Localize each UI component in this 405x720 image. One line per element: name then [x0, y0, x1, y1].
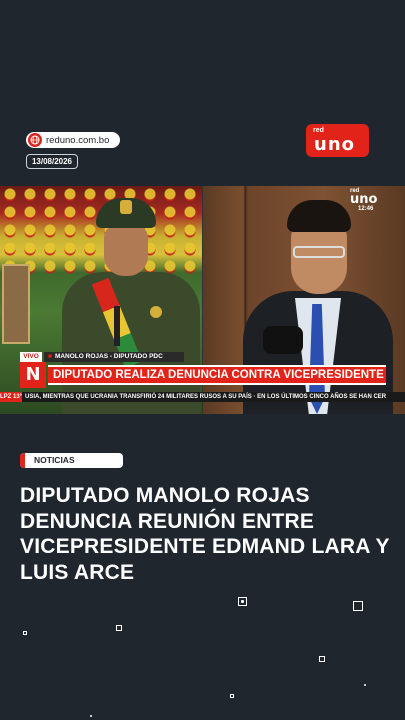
deco-dot [241, 600, 244, 603]
deco-square [319, 656, 325, 662]
channel-time: 12:46 [358, 206, 374, 212]
channel-watermark: red uno 12:46 [350, 188, 386, 214]
red-uno-logo: red uno [306, 124, 369, 157]
channel-big-text: uno [350, 192, 378, 207]
glasses [293, 246, 345, 258]
handheld-microphone [263, 326, 303, 354]
video-frame[interactable]: red uno 12:46 VIVO ■ MANOLO ROJAS - DIPUT… [0, 186, 405, 414]
date-badge: 13/08/2026 [26, 154, 78, 169]
site-url-pill[interactable]: reduno.com.bo [26, 132, 120, 148]
speaker-hair [287, 200, 351, 232]
category-stripe [20, 453, 25, 468]
news-ticker: LPZ 13° USIA, MIENTRAS QUE UCRANIA TRANSF… [0, 392, 405, 402]
ticker-city: LPZ 13° [0, 392, 23, 402]
live-badge: VIVO [20, 352, 42, 362]
medal [150, 306, 162, 318]
lower-third: VIVO ■ MANOLO ROJAS - DIPUTADO PDC N DIPU… [20, 352, 390, 392]
globe-icon [28, 133, 42, 147]
deco-dot [364, 684, 366, 686]
category-badge[interactable]: NOTICIAS [20, 453, 123, 468]
logo-small-text: red [313, 127, 324, 134]
soldier-face [104, 224, 148, 276]
portrait-frame [2, 264, 30, 344]
network-n-logo: N [20, 362, 46, 388]
live-person-icon: ■ [48, 353, 52, 360]
deco-square [23, 631, 27, 635]
speaker-name: MANOLO ROJAS - DIPUTADO PDC [54, 353, 163, 360]
logo-big-text: uno [314, 134, 355, 155]
ticker-text: USIA, MIENTRAS QUE UCRANIA TRANSFIRIÓ 24… [25, 394, 387, 400]
headline-bar: DIPUTADO REALIZA DENUNCIA CONTRA VICEPRE… [48, 365, 386, 385]
category-label: NOTICIAS [34, 455, 75, 465]
deco-square [353, 601, 363, 611]
deco-square [116, 625, 122, 631]
microphone [114, 306, 120, 346]
deco-square [230, 694, 234, 698]
site-url: reduno.com.bo [46, 134, 110, 146]
deco-dot [90, 715, 92, 717]
article-title: DIPUTADO MANOLO ROJAS DENUNCIA REUNIÓN E… [20, 484, 390, 584]
cap-badge [120, 200, 132, 214]
flower-background [0, 186, 202, 276]
speaker-name-tag: ■ MANOLO ROJAS - DIPUTADO PDC [44, 352, 184, 362]
